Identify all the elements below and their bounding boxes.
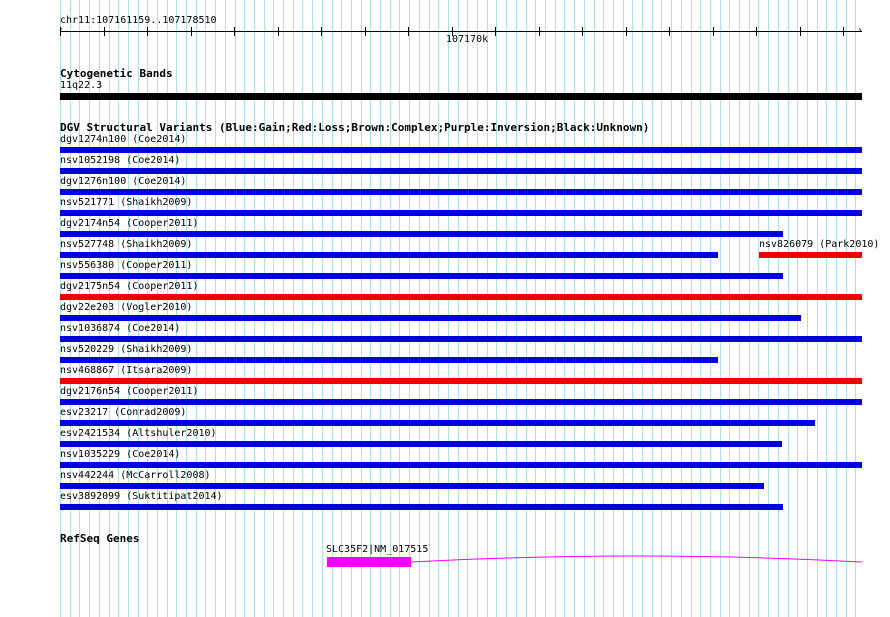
- ruler-tick: [278, 27, 279, 36]
- ruler-tick: [495, 27, 496, 36]
- dgv-feature-bar-gain[interactable]: [60, 399, 862, 405]
- ruler-line: [60, 31, 862, 32]
- dgv-feature-label: dgv1274n100 (Coe2014): [60, 134, 187, 145]
- dgv-feature-label: nsv527748 (Shaikh2009): [60, 239, 193, 250]
- dgv-feature-bar-gain[interactable]: [60, 273, 783, 279]
- dgv-feature-bar-gain[interactable]: [60, 231, 783, 237]
- dgv-feature-bar-gain[interactable]: [60, 420, 815, 426]
- dgv-feature-bar-gain[interactable]: [60, 252, 718, 258]
- cytoband-track-title: Cytogenetic Bands: [60, 67, 173, 80]
- ruler-left-arrow-icon: ‹: [58, 25, 65, 36]
- ruler-tick: [713, 27, 714, 36]
- ruler-tick: [539, 27, 540, 36]
- dgv-feature-bar-gain[interactable]: [60, 189, 862, 195]
- dgv-feature-bar-gain[interactable]: [60, 504, 783, 510]
- ruler-tick: [582, 27, 583, 36]
- dgv-feature-label: nsv442244 (McCarroll2008): [60, 470, 211, 481]
- dgv-feature-label: dgv2175n54 (Cooper2011): [60, 281, 199, 292]
- ruler-tick: [800, 27, 801, 36]
- ruler-tick: [234, 27, 235, 36]
- dgv-feature-bar-gain[interactable]: [60, 441, 782, 447]
- dgv-feature-label: esv3892099 (Suktitipat2014): [60, 491, 223, 502]
- ruler-tick: [626, 27, 627, 36]
- ruler-tick: [843, 27, 844, 36]
- ruler-tick: [104, 27, 105, 36]
- dgv-feature-label: nsv826079 (Park2010): [759, 239, 880, 250]
- ruler-tick: [147, 27, 148, 36]
- dgv-feature-label: esv2421534 (Altshuler2010): [60, 428, 217, 439]
- cytoband-bar[interactable]: [60, 93, 862, 100]
- dgv-feature-bar-loss[interactable]: [60, 294, 862, 300]
- dgv-track-title: DGV Structural Variants (Blue:Gain;Red:L…: [60, 121, 650, 134]
- dgv-feature-label: nsv1036874 (Coe2014): [60, 323, 181, 334]
- ruler-tick: [321, 27, 322, 36]
- ruler-center-label: 107170k: [446, 34, 489, 45]
- dgv-feature-label: nsv521771 (Shaikh2009): [60, 197, 193, 208]
- dgv-feature-label: nsv468867 (Itsara2009): [60, 365, 193, 376]
- dgv-feature-label: dgv2176n54 (Cooper2011): [60, 386, 199, 397]
- dgv-feature-label: nsv1035229 (Coe2014): [60, 449, 181, 460]
- dgv-feature-bar-gain[interactable]: [60, 147, 862, 153]
- dgv-feature-label: dgv1276n100 (Coe2014): [60, 176, 187, 187]
- ruler-tick: [191, 27, 192, 36]
- dgv-feature-label: dgv22e203 (Vogler2010): [60, 302, 193, 313]
- dgv-feature-bar-gain[interactable]: [60, 336, 862, 342]
- cytoband-label: 11q22.3: [60, 80, 103, 91]
- genome-browser-view[interactable]: chr11:107161159..107178510 ‹ › 107170k C…: [0, 0, 890, 617]
- dgv-feature-label: dgv2174n54 (Cooper2011): [60, 218, 199, 229]
- refseq-intron-line[interactable]: [0, 550, 890, 570]
- dgv-feature-label: esv23217 (Conrad2009): [60, 407, 187, 418]
- dgv-feature-bar-gain[interactable]: [60, 315, 801, 321]
- ruler-tick: [408, 27, 409, 36]
- dgv-feature-bar-gain[interactable]: [60, 462, 862, 468]
- dgv-feature-label: nsv520229 (Shaikh2009): [60, 344, 193, 355]
- dgv-feature-bar-loss[interactable]: [60, 378, 862, 384]
- dgv-feature-bar-loss[interactable]: [759, 252, 862, 258]
- dgv-feature-label: nsv556380 (Cooper2011): [60, 260, 193, 271]
- dgv-feature-label: nsv1052198 (Coe2014): [60, 155, 181, 166]
- ruler-tick: [756, 27, 757, 36]
- ruler-right-arrow-icon: ›: [857, 25, 864, 36]
- dgv-feature-bar-gain[interactable]: [60, 483, 764, 489]
- ruler-range-label: chr11:107161159..107178510: [60, 15, 217, 26]
- refseq-track-title: RefSeq Genes: [60, 532, 140, 545]
- dgv-feature-bar-gain[interactable]: [60, 357, 718, 363]
- ruler-tick: [669, 27, 670, 36]
- ruler-tick: [365, 27, 366, 36]
- dgv-feature-bar-gain[interactable]: [60, 210, 862, 216]
- dgv-feature-bar-gain[interactable]: [60, 168, 862, 174]
